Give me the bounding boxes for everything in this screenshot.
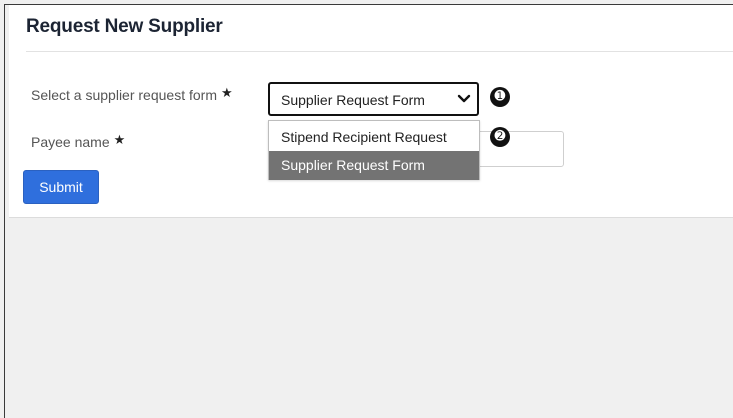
payee-label: Payee name ★ bbox=[31, 132, 126, 151]
supplier-form-label: Select a supplier request form ★ bbox=[31, 85, 233, 104]
required-star: ★ bbox=[113, 132, 126, 147]
dropdown-option-supplier-request[interactable]: Supplier Request Form bbox=[269, 151, 479, 180]
payee-label-text: Payee name bbox=[31, 134, 110, 150]
callout-badge-2: ➋ bbox=[490, 127, 510, 147]
supplier-form-select[interactable]: Supplier Request Form bbox=[268, 82, 479, 116]
payee-name-input[interactable] bbox=[474, 131, 564, 167]
callout-badge-1: ➊ bbox=[490, 87, 510, 107]
supplier-form-dropdown-list: Stipend Recipient Request Supplier Reque… bbox=[268, 120, 480, 180]
submit-button[interactable]: Submit bbox=[23, 170, 99, 204]
required-star: ★ bbox=[220, 85, 233, 100]
page-title: Request New Supplier bbox=[26, 16, 223, 37]
dropdown-option-stipend[interactable]: Stipend Recipient Request bbox=[269, 123, 479, 152]
supplier-form-label-text: Select a supplier request form bbox=[31, 87, 217, 103]
select-value: Supplier Request Form bbox=[281, 92, 425, 108]
title-divider bbox=[26, 51, 733, 52]
chevron-down-icon bbox=[457, 94, 471, 103]
